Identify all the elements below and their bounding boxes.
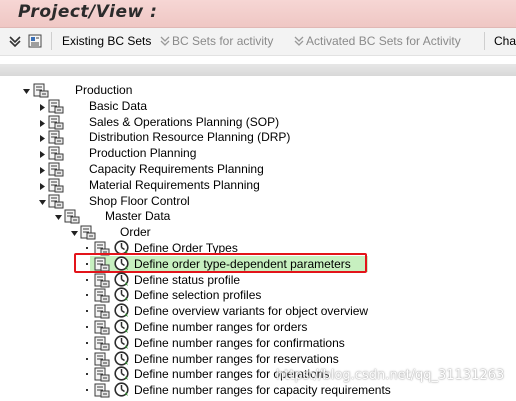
activity-4[interactable]: Define selection profiles (0, 287, 516, 303)
tree-node-label: Distribution Resource Planning (DRP) (89, 130, 291, 145)
structure-node-icon (48, 129, 64, 145)
activated-bc-set-icon (294, 36, 304, 46)
tree-node-label: Master Data (105, 209, 171, 224)
collapse-arrow-icon[interactable] (38, 196, 47, 205)
structure-node-icon (80, 224, 96, 240)
bc-set-icon (160, 36, 170, 46)
tree-node-label: Capacity Requirements Planning (89, 162, 264, 176)
tree-leaf-dot (86, 247, 88, 249)
structure-node-icon (48, 98, 64, 114)
tree-leaf-dot (86, 294, 88, 297)
tree-leaf-dot (86, 341, 88, 344)
structure-node-icon (94, 272, 110, 288)
tree-node-capacity-requirements-planning[interactable]: Capacity Requirements Planning (0, 161, 516, 177)
structure-node-icon (94, 366, 110, 382)
activity-6[interactable]: Define number ranges for orders (0, 319, 516, 335)
tree-node-basic-data[interactable]: Basic Data (0, 98, 516, 114)
expand-arrow-icon[interactable] (38, 101, 47, 111)
documentation-icon[interactable] (28, 34, 42, 48)
tree-node-label: Sales & Operations Planning (SOP) (89, 114, 280, 129)
change-log-button[interactable]: Cha (494, 34, 516, 48)
tree-node-label: Define number ranges for confirmations (134, 335, 345, 350)
expand-subtree-icon[interactable] (8, 34, 22, 48)
structure-tree: Production Basic Data Sales & Operations P… (0, 80, 516, 398)
tree-leaf-dot (86, 373, 88, 376)
activity-3[interactable]: Define status profile (0, 271, 516, 288)
application-toolbar: Existing BC Sets BC Sets for activity Ac… (0, 28, 516, 56)
tree-node-shop-floor-control[interactable]: Shop Floor Control (0, 193, 516, 209)
execute-activity-icon[interactable] (114, 382, 129, 397)
activity-8[interactable]: Define number ranges for reservations (0, 350, 516, 367)
structure-node-icon (94, 319, 110, 335)
tree-node-label: Order (120, 225, 151, 240)
collapse-arrow-icon[interactable] (54, 211, 63, 221)
structure-node-icon (48, 177, 64, 193)
tree-leaf-dot (86, 326, 88, 328)
structure-node-icon (48, 145, 64, 161)
structure-node-icon (94, 335, 110, 351)
tree-node-material-requirements-planning[interactable]: Material Requirements Planning (0, 177, 516, 193)
structure-node-icon (94, 351, 110, 367)
tree-node-drp[interactable]: Distribution Resource Planning (DRP) (0, 129, 516, 145)
watermark: https://blog.csdn.net/qq_31131263 (276, 368, 505, 383)
window-title: Project/View : (18, 2, 158, 22)
structure-node-icon (94, 303, 110, 319)
tree-node-production[interactable]: Production (0, 82, 516, 98)
tree-node-label: Shop Floor Control (89, 193, 190, 208)
tree-node-label: Define status profile (134, 272, 241, 287)
bc-sets-for-activity-button[interactable]: BC Sets for activity (172, 34, 273, 48)
structure-node-icon (94, 287, 110, 303)
structure-node-icon (48, 161, 64, 177)
title-bar: Project/View : (0, 0, 516, 28)
tree-node-label: Define number ranges for reservations (134, 351, 339, 366)
activity-2[interactable]: Define order type-dependent parameters (0, 252, 516, 273)
tree-node-label: Define selection profiles (134, 288, 262, 303)
tree-leaf-dot (86, 278, 88, 281)
expand-arrow-icon[interactable] (38, 180, 47, 190)
execute-activity-icon[interactable] (114, 319, 129, 334)
tree-node-order[interactable]: Order (0, 224, 516, 240)
annotation-highlight-box (74, 252, 367, 273)
activated-bc-sets-button[interactable]: Activated BC Sets for Activity (306, 34, 461, 48)
execute-activity-icon[interactable] (114, 335, 129, 350)
activity-5[interactable]: Define overview variants for object over… (0, 303, 516, 319)
execute-activity-icon[interactable] (114, 271, 129, 287)
tree-header-strip (0, 64, 516, 76)
structure-node-icon (48, 114, 64, 130)
expand-arrow-icon[interactable] (38, 132, 47, 143)
structure-node-icon (64, 208, 80, 224)
tree-node-label: Production Planning (89, 146, 197, 161)
collapse-arrow-icon[interactable] (22, 85, 31, 94)
collapse-arrow-icon[interactable] (70, 227, 79, 237)
tree-leaf-dot (86, 389, 88, 392)
activity-7[interactable]: Define number ranges for confirmations (0, 335, 516, 351)
tree-node-label: Material Requirements Planning (89, 177, 260, 192)
tree-node-label: Define overview variants for object over… (134, 304, 369, 319)
tree-node-label: Define number ranges for orders (134, 320, 308, 334)
expand-arrow-icon[interactable] (38, 148, 47, 159)
tree-leaf-dot (86, 357, 88, 360)
execute-activity-icon[interactable] (114, 287, 129, 302)
tree-leaf-dot (86, 310, 88, 313)
expand-arrow-icon[interactable] (38, 117, 47, 127)
structure-node-icon (48, 193, 64, 209)
execute-activity-icon[interactable] (114, 303, 129, 318)
structure-node-icon (33, 82, 49, 98)
existing-bc-sets-button[interactable]: Existing BC Sets (62, 34, 151, 48)
tree-node-master-data[interactable]: Master Data (0, 208, 516, 224)
execute-activity-icon[interactable] (114, 350, 129, 366)
tree-node-sop[interactable]: Sales & Operations Planning (SOP) (0, 114, 516, 130)
tree-node-label: Basic Data (89, 98, 148, 113)
tree-node-production-planning[interactable]: Production Planning (0, 145, 516, 161)
toolbar-separator (484, 32, 485, 50)
tree-node-label: Production (75, 83, 133, 97)
toolbar-separator (51, 32, 52, 50)
execute-activity-icon[interactable] (114, 366, 129, 381)
expand-arrow-icon[interactable] (38, 164, 47, 174)
